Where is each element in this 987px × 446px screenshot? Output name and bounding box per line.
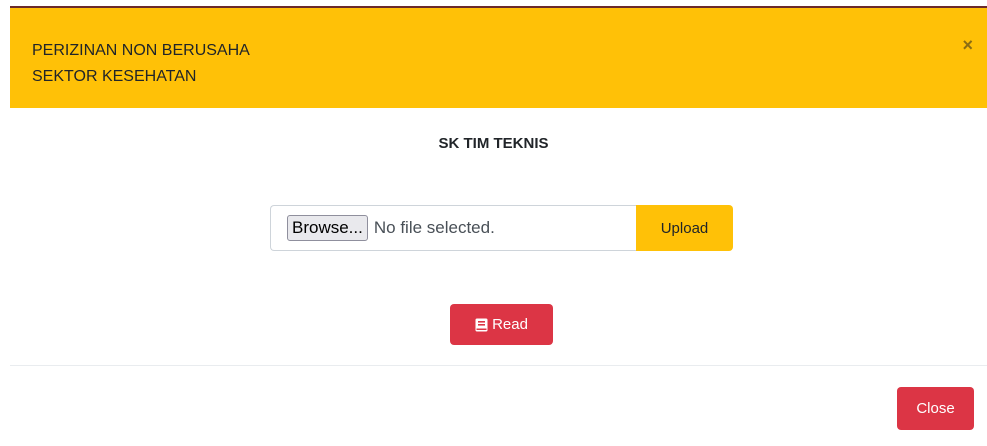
file-status-text: No file selected. [373, 218, 495, 237]
browse-button[interactable]: Browse... [287, 215, 368, 241]
upload-button[interactable]: Upload [636, 205, 733, 251]
section-title: SK TIM TEKNIS [438, 135, 549, 152]
book-icon [475, 318, 488, 332]
upload-group: Browse... No file selected. Upload [270, 205, 733, 251]
file-input[interactable]: Browse... No file selected. [270, 205, 636, 251]
modal-dialog: PERIZINAN NON BERUSAHA SEKTOR KESEHATAN … [0, 0, 987, 446]
read-button-label: Read [492, 316, 528, 333]
modal-title-line-2: SEKTOR KESEHATAN [32, 68, 197, 85]
modal-title: PERIZINAN NON BERUSAHA SEKTOR KESEHATAN [32, 38, 250, 90]
modal-title-line-1: PERIZINAN NON BERUSAHA [32, 42, 250, 59]
read-button[interactable]: Read [450, 304, 553, 345]
close-button[interactable]: Close [897, 387, 974, 430]
close-icon[interactable]: × [962, 36, 973, 54]
modal-header: PERIZINAN NON BERUSAHA SEKTOR KESEHATAN … [10, 6, 987, 108]
footer-divider [10, 365, 987, 366]
